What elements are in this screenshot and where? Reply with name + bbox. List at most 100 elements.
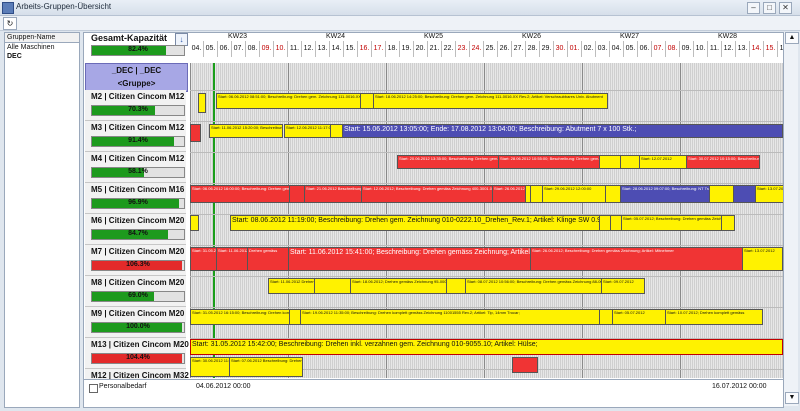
machine-row[interactable]: M9 | Citizen Cincom M20 100.0% xyxy=(85,307,186,338)
row-divider xyxy=(190,152,783,153)
job-block[interactable]: Start: 29.06.2012 12:00:00 xyxy=(542,185,608,203)
job-block[interactable]: Start: 08.07.2012 10:56:00; Beschreibung… xyxy=(465,278,604,294)
job-block[interactable]: Start: 12.06.2012 11:17:00 xyxy=(284,124,333,138)
timeline-day: 10. xyxy=(274,41,288,57)
job-block[interactable]: Start: 05.07.2012 xyxy=(612,309,668,325)
timeline-day: 02. xyxy=(582,41,596,57)
timeline-day: 08. xyxy=(246,41,260,57)
group-header[interactable]: _DEC | _DEC <Gruppe> xyxy=(85,63,188,92)
job-block[interactable]: Start: 13.07.2012 xyxy=(755,185,783,203)
timeline-day: 18. xyxy=(386,41,400,57)
job-block[interactable]: Start: 19.06.2012 11:35:00; Beschreibung… xyxy=(300,309,602,325)
timeline-day: 14. xyxy=(330,41,344,57)
timeline-day: 04. xyxy=(190,41,204,57)
timeline-day: 04. xyxy=(610,41,624,57)
refresh-icon[interactable]: ↻ xyxy=(3,17,17,30)
machine-row[interactable]: M7 | Citizen Cincom M20 106.3% xyxy=(85,245,186,276)
job-block[interactable]: Start: 15.06.2012 13:05:00; Ende: 17.08.… xyxy=(342,124,783,138)
job-block[interactable]: Start: 11.06.2012 Drehen gemäss xyxy=(268,278,317,294)
scroll-up-icon[interactable]: ▲ xyxy=(785,32,799,44)
capacity-bar: 82.4% xyxy=(91,45,185,56)
job-block[interactable]: Start: 07.06.2012 Beschreibung: Drehen g… xyxy=(229,357,303,377)
machine-row[interactable]: M6 | Citizen Cincom M20 84.7% xyxy=(85,214,186,245)
job-block[interactable]: Start: 30.07.2012 10:15:00; Beschreibung… xyxy=(686,155,760,169)
machine-load-bar: 58.1% xyxy=(91,167,185,178)
machine-name: M3 | Citizen Cincom M12 xyxy=(91,123,185,132)
job-block[interactable]: Drehen gemäss xyxy=(247,247,291,271)
timeline-day: 09. xyxy=(260,41,274,57)
group-item-dec[interactable]: DEC xyxy=(5,52,79,61)
maximize-button[interactable]: □ xyxy=(763,2,776,14)
job-block[interactable]: Start: 06.06.2012 16:00:00; Beschreibung… xyxy=(190,185,292,203)
machine-row[interactable]: M4 | Citizen Cincom M12 58.1% xyxy=(85,152,186,183)
range-end: 16.07.2012 00:00 xyxy=(712,383,767,390)
machine-load-bar: 104.4% xyxy=(91,353,185,364)
group-item-all[interactable]: Alle Maschinen xyxy=(5,43,79,52)
job-block[interactable]: Start: 20.06.2012 13:35:00; Beschreibung… xyxy=(397,155,501,169)
group-list-header: Gruppen-Name xyxy=(5,33,79,43)
job-block[interactable] xyxy=(190,124,201,142)
timeline-day: 15. xyxy=(764,41,778,57)
personal-checkbox[interactable] xyxy=(89,384,98,393)
row-divider xyxy=(190,183,783,184)
job-block[interactable]: Start: 31.05.2012 xyxy=(190,247,218,271)
job-block[interactable]: Start: 11.06.2012 15:20:00; Beschreibung… xyxy=(209,124,283,138)
job-block[interactable] xyxy=(198,93,206,113)
job-block[interactable]: Start: 26.06.2012 xyxy=(492,185,528,203)
job-block[interactable]: Start: 21.06.2012 Beschreibung: xyxy=(304,185,364,203)
timeline-week: KW24 xyxy=(326,33,346,40)
job-block[interactable]: Start: 12.07.2012 xyxy=(639,155,689,169)
job-block[interactable] xyxy=(314,278,353,294)
job-block[interactable] xyxy=(512,357,538,373)
job-block[interactable]: Start: 31.05.2012 15:42:00; Beschreibung… xyxy=(190,339,783,355)
job-block[interactable]: Start: 10.07.2012; Drehen komplett gemäs… xyxy=(665,309,763,325)
range-start: 04.06.2012 00:00 xyxy=(196,383,251,390)
job-block[interactable]: Start: 28.06.2012 09:07:00; Beschreibung… xyxy=(620,185,712,203)
timeline-day: 13. xyxy=(316,41,330,57)
timeline-day: 14. xyxy=(750,41,764,57)
vertical-scrollbar[interactable]: ▲ ▼ xyxy=(784,32,799,406)
machine-load-value: 104.4% xyxy=(126,354,150,361)
timeline-day: 01. xyxy=(568,41,582,57)
timeline-day: 08. xyxy=(666,41,680,57)
machine-row[interactable]: M5 | Citizen Cincom M16 96.9% xyxy=(85,183,186,214)
timeline-day: 17. xyxy=(372,41,386,57)
timeline-day: 05. xyxy=(204,41,218,57)
title-bar: Arbeits-Gruppen-Übersicht – □ ✕ xyxy=(0,0,800,16)
job-block[interactable]: Start: 26.06.2012; Beschreibung: Drehen … xyxy=(530,247,744,271)
machine-row[interactable]: M13 | Citizen Cincom M20 104.4% xyxy=(85,338,189,369)
scroll-down-icon[interactable]: ▼ xyxy=(785,392,799,404)
close-button[interactable]: ✕ xyxy=(779,2,792,14)
job-block[interactable] xyxy=(709,185,736,203)
job-block[interactable]: Start: 11.06.2012 xyxy=(216,247,250,271)
minimize-button[interactable]: – xyxy=(747,2,760,14)
job-block[interactable]: Start: 05.07.2012; Beschreibung: Drehen … xyxy=(621,215,724,231)
machine-name: M8 | Citizen Cincom M20 xyxy=(91,278,185,287)
job-block[interactable] xyxy=(190,215,199,231)
job-block[interactable]: Start: 12.06.2012; Beschreibung: Drehen … xyxy=(361,185,495,203)
machine-row[interactable]: M2 | Citizen Cincom M12 70.3% xyxy=(85,90,186,121)
timeline-day: 05. xyxy=(624,41,638,57)
machine-row[interactable]: M8 | Citizen Cincom M20 69.0% xyxy=(85,276,186,307)
job-block[interactable]: Start: 11.06.2012 15:41:00; Beschreibung… xyxy=(288,247,532,271)
timeline-day: 10. xyxy=(694,41,708,57)
machine-row[interactable]: M3 | Citizen Cincom M12 91.4% xyxy=(85,121,186,152)
job-block[interactable]: Start: 18.06.2012; Drehen gemäss Zeichnu… xyxy=(350,278,449,294)
job-block[interactable]: Start: 18.06.2012 14:25:00; Beschreibung… xyxy=(373,93,608,109)
machine-name: M7 | Citizen Cincom M20 xyxy=(91,247,185,256)
job-block[interactable]: Start: 08.06.2012 11:19:00; Beschreibung… xyxy=(230,215,602,231)
job-block[interactable]: Start: 30.06.2012 11:35:00; Beschreibung… xyxy=(190,357,232,377)
job-block[interactable]: Start: 06.06.2012 08:51:00; Beschreibung… xyxy=(216,93,363,109)
timeline-day: 12. xyxy=(722,41,736,57)
job-block[interactable]: Start: 13.07.2012 xyxy=(742,247,783,271)
job-block[interactable]: Start: 31.05.2012 16:15:00; Beschreibung… xyxy=(190,309,292,325)
machine-load-bar: 96.9% xyxy=(91,198,185,209)
timeline-day: 29. xyxy=(540,41,554,57)
timeline-day: 03. xyxy=(596,41,610,57)
machine-load-value: 69.0% xyxy=(128,292,148,299)
job-block[interactable]: Start: 28.06.2012 10:55:00; Beschreibung… xyxy=(498,155,602,169)
job-block[interactable] xyxy=(721,215,735,231)
job-block[interactable]: Start: 09.07.2012 xyxy=(601,278,645,294)
overview-panel: Gesamt-Kapazität ↓ 82.4% _DEC | _DEC <Gr… xyxy=(83,32,784,408)
toolbar: ↻ xyxy=(0,16,800,31)
